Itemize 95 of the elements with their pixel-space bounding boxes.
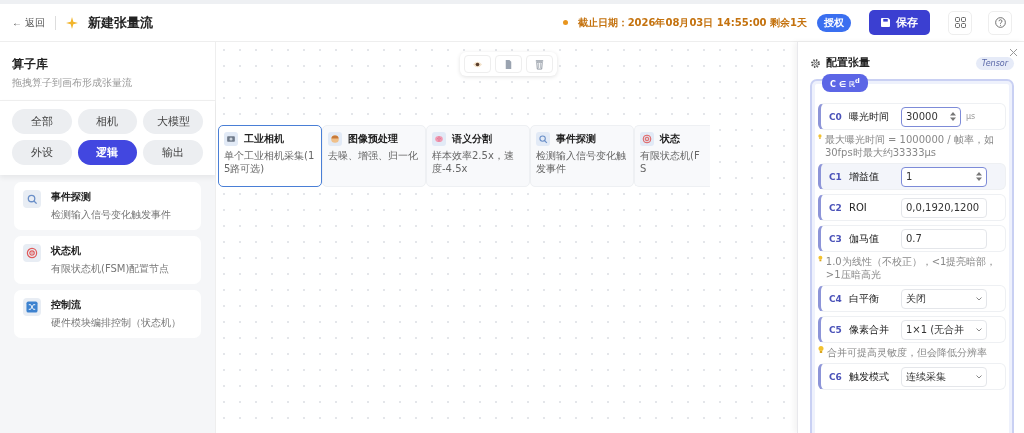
grid-icon bbox=[954, 17, 966, 28]
node-title: 图像预处理 bbox=[348, 132, 398, 146]
grid-button[interactable] bbox=[948, 10, 972, 35]
brain-icon bbox=[434, 134, 444, 144]
library-title: 算子库 bbox=[12, 56, 49, 73]
node-title: 语义分割 bbox=[452, 132, 492, 146]
document-button[interactable] bbox=[495, 55, 522, 73]
search-icon bbox=[538, 134, 548, 144]
operator-card[interactable]: 状态机 有限状态机(FSM)配置节点 bbox=[14, 236, 201, 284]
tensor-tag: Tensor bbox=[975, 56, 1014, 70]
preview-button[interactable] bbox=[464, 55, 491, 73]
param-label: ROI bbox=[849, 202, 868, 213]
deadline-text: 截止日期：2026年08月03日 14:55:00 剩余1天 bbox=[577, 15, 807, 30]
operator-description: 检测输入信号变化触发事件 bbox=[51, 208, 171, 222]
camera-icon bbox=[226, 134, 236, 144]
panel-title: 配置张量 bbox=[826, 56, 871, 70]
face-icon bbox=[330, 134, 340, 144]
node-title: 工业相机 bbox=[244, 132, 284, 146]
node-description: 去噪、增强、归一化 bbox=[328, 150, 419, 163]
back-link[interactable]: ← 返回 bbox=[12, 15, 56, 30]
flow-node[interactable]: 图像预处理 去噪、增强、归一化 bbox=[322, 125, 426, 187]
page-title: 新建张量流 bbox=[87, 13, 153, 32]
param-label: 触发模式 bbox=[849, 369, 890, 384]
param-code: C1 bbox=[829, 171, 843, 182]
close-icon bbox=[1009, 48, 1018, 57]
param-label: 白平衡 bbox=[849, 291, 880, 306]
formula-badge: C ∈ ℝ$^{d}$ bbox=[822, 74, 868, 92]
trash-icon bbox=[534, 58, 545, 70]
spinner-icon bbox=[976, 172, 982, 181]
hint-text: 合并可提高灵敏度，但会降低分辨率 bbox=[827, 346, 987, 359]
license-button[interactable]: 授权 bbox=[817, 13, 851, 32]
flow-node[interactable]: 语义分割 样本效率2.5x，速度-4.5x bbox=[426, 125, 530, 187]
param-code: C2 bbox=[829, 202, 843, 213]
lightbulb-icon bbox=[818, 346, 824, 353]
save-button[interactable]: 保存 bbox=[869, 10, 930, 35]
delete-button[interactable] bbox=[526, 55, 553, 73]
category-tab[interactable]: 输出 bbox=[143, 140, 203, 165]
dropdown[interactable]: 连续采集 bbox=[901, 366, 987, 387]
dropdown[interactable]: 1×1 (无合并 bbox=[901, 319, 987, 340]
hint-text: 最大曝光时间 = 1000000 / 帧率，如30fps时最大约33333μs bbox=[824, 133, 995, 159]
spinner-icon bbox=[950, 112, 956, 121]
help-icon bbox=[994, 17, 1006, 28]
status-dot bbox=[562, 20, 568, 25]
shuffle-icon bbox=[26, 301, 38, 313]
lightbulb-icon bbox=[818, 133, 822, 140]
unit-label: μs bbox=[966, 112, 976, 121]
hint-text: 1.0为线性（不校正），<1提亮暗部，>1压暗高光 bbox=[825, 255, 998, 281]
flow-node[interactable]: 状态 有限状态机(FS bbox=[634, 125, 710, 187]
close-button[interactable] bbox=[1009, 48, 1018, 57]
category-tab[interactable]: 大模型 bbox=[143, 109, 203, 134]
target-icon bbox=[26, 247, 38, 259]
text-input[interactable]: 0.7 bbox=[901, 228, 987, 249]
param-code: C3 bbox=[829, 233, 843, 244]
node-description: 有限状态机(FS bbox=[640, 150, 701, 175]
node-title: 事件探测 bbox=[556, 132, 596, 146]
param-code: C6 bbox=[829, 371, 843, 382]
lightbulb-icon bbox=[818, 255, 823, 262]
flow-node[interactable]: 工业相机 单个工业相机采集(15路可选) bbox=[218, 125, 322, 187]
node-description: 检测输入信号变化触发事件 bbox=[536, 150, 627, 175]
node-description: 单个工业相机采集(15路可选) bbox=[224, 150, 316, 175]
number-input[interactable]: 30000 bbox=[901, 106, 961, 127]
number-input[interactable]: 1 bbox=[901, 166, 987, 187]
param-code: C4 bbox=[829, 293, 843, 304]
param-label: 伽马值 bbox=[849, 231, 880, 246]
operator-title: 状态机 bbox=[51, 244, 82, 258]
category-tab[interactable]: 相机 bbox=[77, 109, 138, 134]
category-tab[interactable]: 外设 bbox=[12, 140, 72, 165]
chevron-down-icon bbox=[976, 374, 982, 379]
document-icon bbox=[503, 58, 514, 70]
chevron-down-icon bbox=[976, 296, 982, 301]
param-label: 增益值 bbox=[849, 169, 880, 184]
category-tab[interactable]: 逻辑 bbox=[77, 140, 138, 165]
settings-icon bbox=[810, 57, 821, 69]
param-code: C5 bbox=[829, 324, 843, 335]
target-icon bbox=[642, 134, 652, 144]
category-tab[interactable]: 全部 bbox=[12, 109, 72, 134]
library-subtitle: 拖拽算子到画布形成张量流 bbox=[12, 76, 133, 90]
operator-description: 硬件模块编排控制（状态机） bbox=[51, 316, 181, 330]
operator-card[interactable]: 控制流 硬件模块编排控制（状态机） bbox=[14, 290, 201, 338]
search-icon bbox=[26, 193, 38, 205]
operator-card[interactable]: 事件探测 检测输入信号变化触发事件 bbox=[14, 182, 201, 230]
sparkle-icon bbox=[65, 16, 78, 29]
flow-node[interactable]: 事件探测 检测输入信号变化触发事件 bbox=[530, 125, 634, 187]
operator-title: 事件探测 bbox=[51, 190, 92, 204]
node-description: 样本效率2.5x，速度-4.5x bbox=[432, 150, 515, 175]
operator-title: 控制流 bbox=[51, 298, 82, 312]
help-button[interactable] bbox=[988, 10, 1012, 35]
node-title: 状态 bbox=[660, 132, 680, 146]
dropdown[interactable]: 关闭 bbox=[901, 288, 987, 309]
param-code: C0 bbox=[829, 111, 843, 122]
param-label: 曝光时间 bbox=[849, 109, 890, 124]
param-label: 像素合并 bbox=[849, 322, 890, 337]
chevron-down-icon bbox=[976, 327, 982, 332]
text-input[interactable]: 0,0,1920,1200 bbox=[901, 197, 987, 218]
operator-description: 有限状态机(FSM)配置节点 bbox=[51, 262, 170, 276]
